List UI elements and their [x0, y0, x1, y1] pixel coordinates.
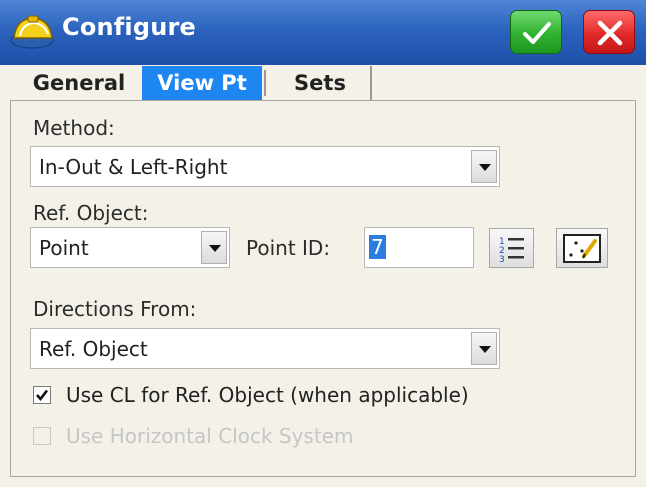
directions-from-label: Directions From: — [33, 297, 197, 321]
tab-sets[interactable]: Sets — [270, 66, 372, 100]
directions-from-dropdown[interactable]: Ref. Object — [30, 328, 500, 369]
ok-button[interactable] — [510, 10, 562, 54]
close-button[interactable] — [583, 10, 635, 54]
use-horizontal-clock-checkbox[interactable] — [33, 427, 51, 445]
use-horizontal-clock-label: Use Horizontal Clock System — [66, 424, 354, 448]
tab-bar: General View Pt Sets — [10, 64, 636, 100]
map-select-icon — [563, 234, 601, 263]
ref-object-value: Point — [39, 236, 89, 260]
tab-divider — [264, 70, 266, 96]
close-icon — [597, 20, 623, 46]
checkmark-icon — [36, 389, 49, 402]
map-select-button[interactable] — [556, 228, 608, 268]
use-cl-checkbox[interactable] — [33, 386, 51, 404]
use-cl-label[interactable]: Use CL for Ref. Object (when applicable) — [66, 383, 469, 407]
ref-object-dropdown[interactable]: Point — [30, 227, 230, 268]
tab-general[interactable]: General — [18, 66, 140, 100]
title-bar: Configure — [0, 0, 646, 65]
ref-object-label: Ref. Object: — [33, 201, 149, 225]
chevron-down-icon[interactable] — [201, 231, 227, 264]
list-icon: 1 2 3 — [499, 237, 524, 265]
chevron-down-icon[interactable] — [471, 332, 497, 365]
window-title: Configure — [62, 13, 197, 41]
hard-hat-icon — [10, 12, 56, 54]
point-id-label: Point ID: — [246, 236, 331, 260]
configure-dialog: Configure General View Pt Sets Method: I… — [0, 0, 646, 487]
point-id-input[interactable]: 7 — [364, 227, 474, 268]
checkmark-icon — [523, 22, 551, 44]
method-value: In-Out & Left-Right — [39, 155, 228, 179]
point-id-value: 7 — [369, 235, 386, 259]
method-dropdown[interactable]: In-Out & Left-Right — [30, 146, 500, 187]
point-list-button[interactable]: 1 2 3 — [489, 228, 534, 268]
method-label: Method: — [33, 116, 115, 140]
tab-view-pt[interactable]: View Pt — [142, 66, 262, 100]
svg-text:3: 3 — [499, 255, 505, 265]
chevron-down-icon[interactable] — [471, 150, 497, 183]
directions-from-value: Ref. Object — [39, 337, 148, 361]
